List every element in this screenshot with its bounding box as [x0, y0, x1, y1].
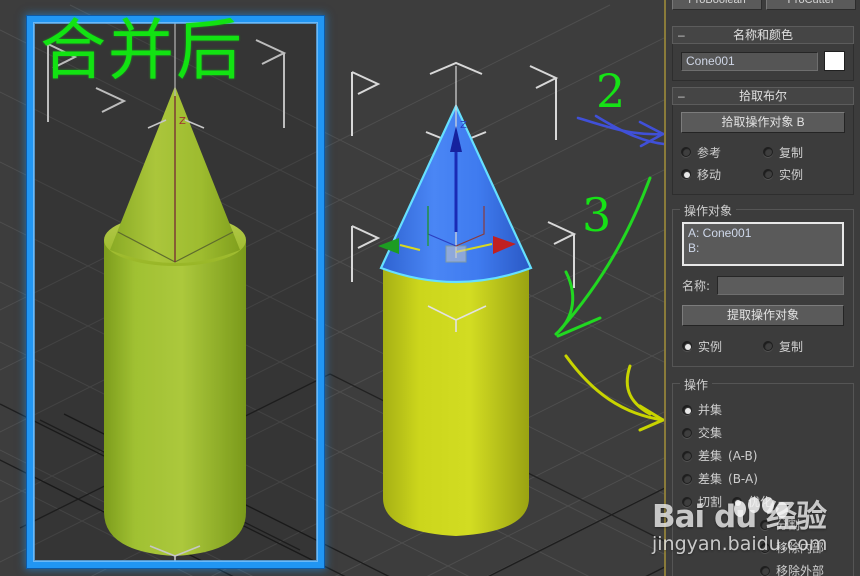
radio-label: 并集 — [698, 403, 723, 417]
rollout-body-pick-boolean: 拾取操作对象 B 参考 复制 移动 实例 — [672, 105, 854, 195]
collapse-icon[interactable]: – — [678, 27, 685, 43]
radio-label: 优化 — [748, 495, 773, 509]
radio-icon[interactable] — [763, 169, 773, 179]
pick-operand-b-button[interactable]: 拾取操作对象 B — [681, 112, 845, 133]
operand-name-row: 名称: — [682, 276, 844, 295]
radio-extract-instance[interactable]: 实例 — [682, 335, 763, 357]
extract-operand-button[interactable]: 提取操作对象 — [682, 305, 844, 326]
radio-label: 交集 — [698, 426, 723, 440]
radio-icon[interactable] — [763, 341, 773, 351]
operand-name-label: 名称: — [682, 279, 711, 293]
radio-subtract-ba[interactable]: 差集 (B-A) — [682, 467, 844, 490]
rollout-pick-boolean: – 拾取布尔 拾取操作对象 B 参考 复制 移动 实例 — [672, 87, 854, 195]
group-operation: 操作 并集 交集 差集 (A-B) 差集 (B-A) 切割 优化 分割 移除内部… — [672, 376, 854, 576]
radio-label: 复制 — [779, 145, 804, 160]
group-operands: 操作对象 A: Cone001 B: 名称: 提取操作对象 实例 复制 — [672, 202, 854, 367]
collapse-icon[interactable]: – — [678, 88, 685, 104]
proboolean-button[interactable]: ProBoolean — [672, 0, 762, 10]
radio-icon[interactable] — [682, 404, 692, 415]
radio-label: 移除外部 — [776, 564, 825, 576]
operand-name-input[interactable] — [717, 276, 844, 295]
radio-union[interactable]: 并集 — [682, 398, 844, 421]
radio-icon[interactable] — [732, 496, 743, 507]
pick-mode-radio-group: 参考 复制 移动 实例 — [681, 141, 845, 185]
radio-icon[interactable] — [760, 542, 770, 553]
radio-label: 分割 — [776, 518, 801, 532]
radio-label: 复制 — [779, 339, 804, 354]
radio-sublabel: (A-B) — [728, 448, 758, 463]
radio-cut-split[interactable]: 分割 — [682, 513, 844, 536]
radio-icon[interactable] — [682, 450, 692, 461]
group-label-operation: 操作 — [680, 376, 713, 393]
selection-highlight-inner — [33, 22, 318, 562]
radio-icon[interactable] — [682, 427, 692, 438]
rollout-title-pick-boolean: 拾取布尔 — [738, 89, 787, 103]
radio-intersection[interactable]: 交集 — [682, 421, 844, 444]
radio-extract-copy[interactable]: 复制 — [763, 335, 844, 357]
radio-label: 移动 — [697, 167, 722, 182]
radio-label: 移除内部 — [776, 541, 825, 555]
radio-label: 实例 — [698, 339, 723, 354]
annotation-text-after-merge: 合并后 — [40, 12, 244, 89]
radio-icon[interactable] — [682, 496, 692, 507]
radio-label: 差集 — [698, 449, 723, 463]
radio-icon[interactable] — [681, 169, 691, 179]
svg-text:Z: Z — [460, 120, 467, 131]
radio-icon[interactable] — [682, 341, 692, 351]
radio-copy[interactable]: 复制 — [763, 141, 845, 163]
command-panel: ProBoolean ProCutter – 名称和颜色 Cone001 – 拾… — [664, 0, 860, 576]
annotation-number-2: 2 — [596, 64, 626, 118]
perspective-viewport[interactable]: Z Z 合并后 2 3 — [0, 0, 664, 576]
object-color-swatch[interactable] — [824, 51, 845, 71]
radio-cut-refine[interactable]: 优化 — [732, 490, 772, 513]
cut-row: 切割 优化 — [682, 490, 844, 513]
annotation-number-3: 3 — [582, 188, 612, 242]
object-name-input[interactable]: Cone001 — [681, 51, 818, 71]
radio-move[interactable]: 移动 — [681, 163, 763, 185]
screenshot-root: Z Z 合并后 2 3 ProBoolean ProCutter – 名称和颜色… — [0, 0, 860, 576]
radio-icon[interactable] — [682, 473, 692, 484]
radio-icon[interactable] — [760, 519, 770, 530]
rollout-title-name-and-color: 名称和颜色 — [732, 28, 793, 42]
compound-object-buttons: ProBoolean ProCutter — [666, 0, 860, 10]
radio-label: 差集 — [698, 472, 723, 486]
radio-label: 切割 — [698, 495, 723, 509]
radio-cut-remove-outside[interactable]: 移除外部 — [682, 559, 844, 576]
operands-listbox[interactable]: A: Cone001 B: — [682, 222, 844, 266]
rollout-header-pick-boolean[interactable]: – 拾取布尔 — [672, 87, 854, 105]
radio-sublabel: (B-A) — [728, 471, 758, 486]
radio-subtract-ab[interactable]: 差集 (A-B) — [682, 444, 844, 467]
rollout-body-name-and-color: Cone001 — [672, 44, 854, 81]
procutter-button[interactable]: ProCutter — [766, 0, 856, 10]
radio-label: 参考 — [697, 145, 722, 160]
radio-icon[interactable] — [763, 147, 773, 157]
operand-a[interactable]: A: Cone001 — [688, 226, 838, 241]
radio-label: 实例 — [779, 167, 804, 182]
radio-icon[interactable] — [681, 147, 691, 157]
extract-mode-radio-group: 实例 复制 — [682, 335, 844, 357]
radio-cut-remove-inside[interactable]: 移除内部 — [682, 536, 844, 559]
group-label-operands: 操作对象 — [680, 202, 737, 219]
radio-cut[interactable]: 切割 — [682, 490, 722, 513]
operation-radio-group: 并集 交集 差集 (A-B) 差集 (B-A) 切割 优化 分割 移除内部 移除… — [682, 398, 844, 576]
rollout-header-name-and-color[interactable]: – 名称和颜色 — [672, 26, 854, 44]
radio-icon[interactable] — [760, 565, 770, 576]
selection-highlight-box — [27, 16, 324, 568]
radio-instance[interactable]: 实例 — [763, 163, 845, 185]
operand-b[interactable]: B: — [688, 241, 838, 256]
rollout-name-and-color: – 名称和颜色 Cone001 — [672, 26, 854, 81]
radio-reference[interactable]: 参考 — [681, 141, 763, 163]
